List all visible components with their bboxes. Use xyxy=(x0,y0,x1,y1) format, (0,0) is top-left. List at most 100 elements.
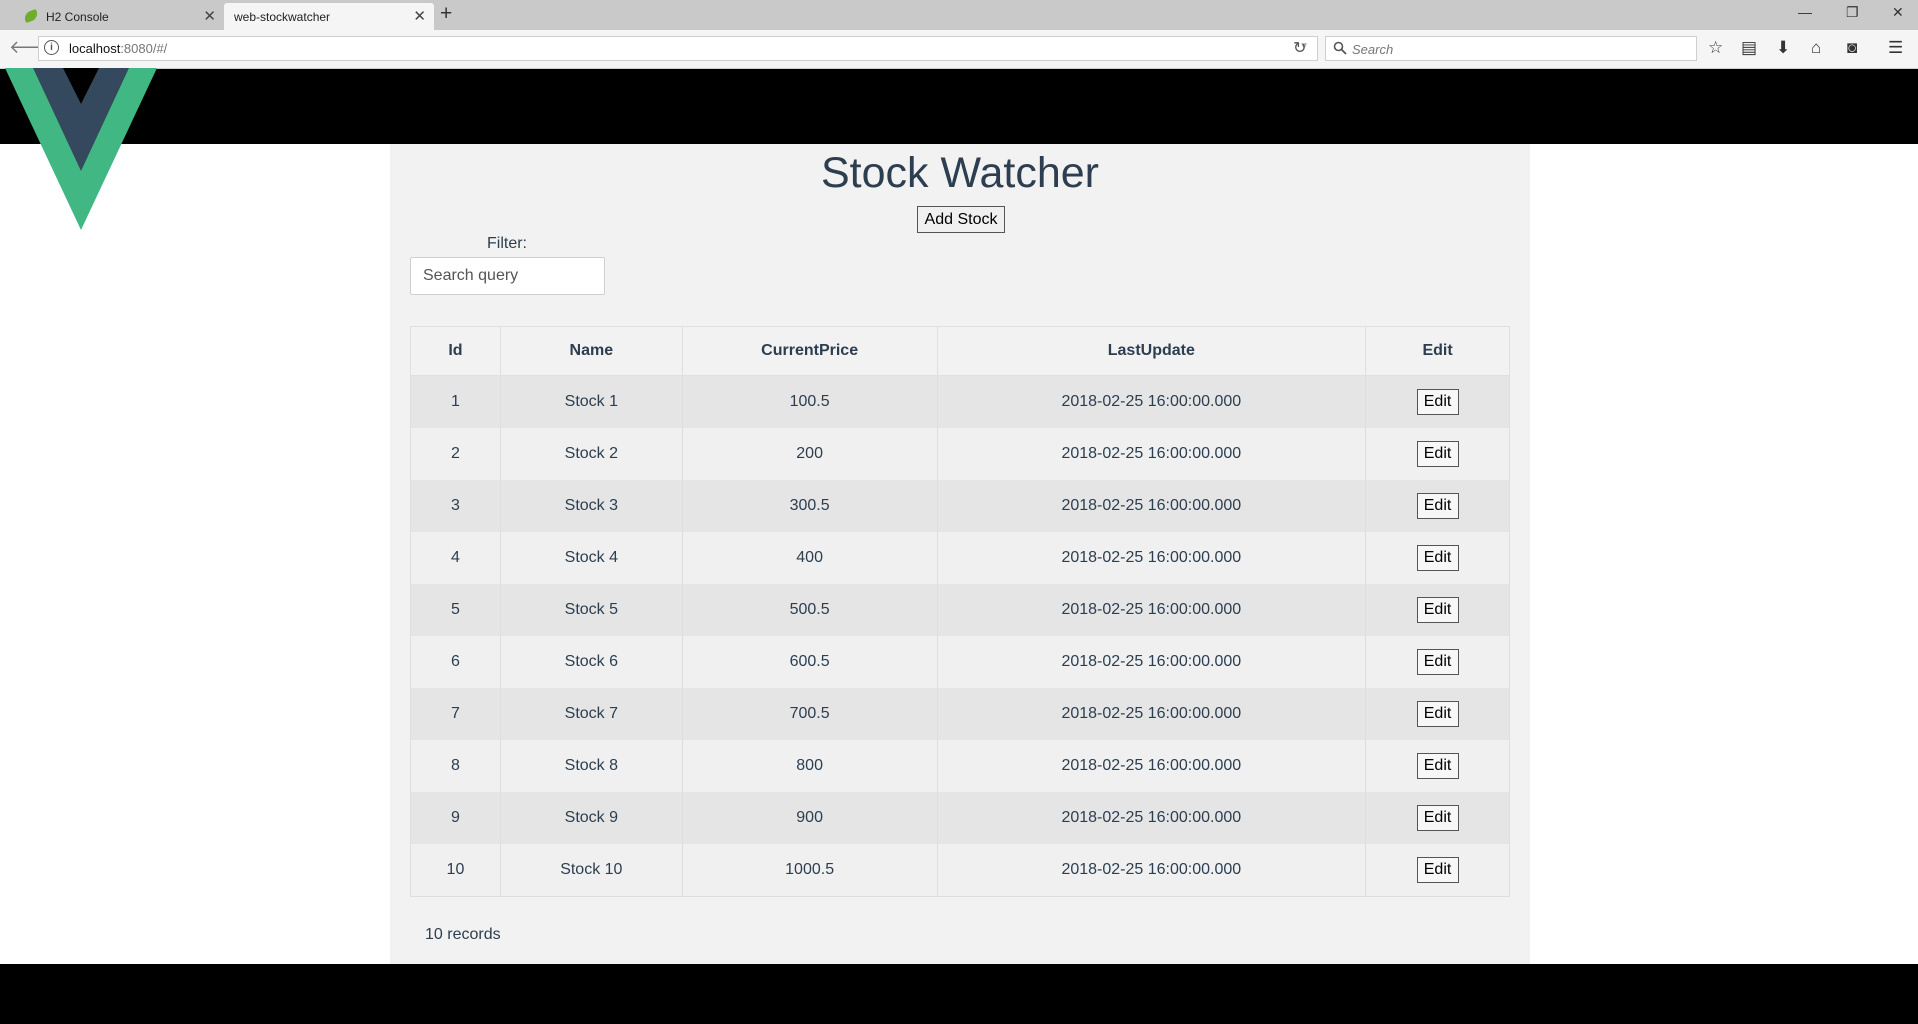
table-row: 3 Stock 3 300.5 2018-02-25 16:00:00.000 Edit xyxy=(410,480,1510,532)
cell-last-update: 2018-02-25 16:00:00.000 xyxy=(936,480,1367,532)
cell-id: 1 xyxy=(410,375,501,428)
cell-current-price: 300.5 xyxy=(681,480,938,532)
cell-id: 8 xyxy=(410,740,501,792)
cell-current-price: 900 xyxy=(681,792,938,844)
table-row: 8 Stock 8 800 2018-02-25 16:00:00.000 Edit xyxy=(410,740,1510,792)
reading-list-icon[interactable]: ▤ xyxy=(1741,38,1757,58)
stocks-table: Id Name CurrentPrice LastUpdate Edit 1 St… xyxy=(410,326,1510,897)
cell-current-price: 100.5 xyxy=(681,375,938,428)
cell-last-update: 2018-02-25 16:00:00.000 xyxy=(936,740,1367,792)
search-icon xyxy=(1333,41,1347,60)
cell-name: Stock 8 xyxy=(499,740,683,792)
column-header-name[interactable]: Name xyxy=(499,326,683,376)
cell-edit: Edit xyxy=(1365,844,1510,897)
table-row: 7 Stock 7 700.5 2018-02-25 16:00:00.000 Edit xyxy=(410,688,1510,740)
cell-last-update: 2018-02-25 16:00:00.000 xyxy=(936,636,1367,688)
url-path: :8080/#/ xyxy=(120,41,168,56)
cell-id: 7 xyxy=(410,688,501,740)
table-row: 2 Stock 2 200 2018-02-25 16:00:00.000 Edit xyxy=(410,428,1510,480)
edit-button[interactable]: Edit xyxy=(1416,857,1459,883)
close-icon[interactable]: ✕ xyxy=(203,7,216,25)
edit-button[interactable]: Edit xyxy=(1416,597,1459,623)
cell-current-price: 700.5 xyxy=(681,688,938,740)
pocket-icon[interactable]: ◙ xyxy=(1847,38,1857,58)
filter-label: Filter: xyxy=(487,235,527,252)
cell-name: Stock 1 xyxy=(499,375,683,428)
cell-name: Stock 9 xyxy=(499,792,683,844)
table-header-row: Id Name CurrentPrice LastUpdate Edit xyxy=(410,326,1510,376)
table-row: 6 Stock 6 600.5 2018-02-25 16:00:00.000 Edit xyxy=(410,636,1510,688)
cell-last-update: 2018-02-25 16:00:00.000 xyxy=(936,375,1367,428)
cell-current-price: 600.5 xyxy=(681,636,938,688)
vue-logo xyxy=(5,68,157,230)
table-row: 1 Stock 1 100.5 2018-02-25 16:00:00.000 Edit xyxy=(410,375,1510,428)
tab-h2-console[interactable]: H2 Console ✕ xyxy=(14,3,224,30)
cell-current-price: 1000.5 xyxy=(681,844,938,897)
cell-id: 3 xyxy=(410,480,501,532)
table-row: 10 Stock 10 1000.5 2018-02-25 16:00:00.000 E… xyxy=(410,844,1510,897)
cell-edit: Edit xyxy=(1365,688,1510,740)
edit-button[interactable]: Edit xyxy=(1416,545,1459,571)
search-placeholder: Search xyxy=(1352,42,1394,57)
cell-edit: Edit xyxy=(1365,740,1510,792)
home-icon[interactable]: ⌂ xyxy=(1811,38,1821,58)
tab-title: web-stockwatcher xyxy=(234,10,331,24)
cell-last-update: 2018-02-25 16:00:00.000 xyxy=(936,792,1367,844)
column-header-id[interactable]: Id xyxy=(410,326,501,376)
spring-leaf-icon xyxy=(22,8,40,24)
info-icon[interactable]: i xyxy=(44,40,59,55)
cell-name: Stock 2 xyxy=(499,428,683,480)
minimize-icon[interactable]: — xyxy=(1798,4,1812,20)
cell-last-update: 2018-02-25 16:00:00.000 xyxy=(936,584,1367,636)
main-content: Stock Watcher Add Stock Filter: Id Name … xyxy=(390,144,1530,964)
cell-last-update: 2018-02-25 16:00:00.000 xyxy=(936,428,1367,480)
cell-edit: Edit xyxy=(1365,532,1510,584)
cell-name: Stock 10 xyxy=(499,844,683,897)
page-header-bar xyxy=(0,69,1918,144)
restore-icon[interactable]: ❐ xyxy=(1846,4,1859,21)
edit-button[interactable]: Edit xyxy=(1416,701,1459,727)
cell-edit: Edit xyxy=(1365,375,1510,428)
browser-search-field[interactable]: Search xyxy=(1325,36,1697,61)
plus-icon[interactable]: + xyxy=(440,2,452,26)
cell-id: 5 xyxy=(410,584,501,636)
close-icon[interactable]: ✕ xyxy=(413,7,426,25)
edit-button[interactable]: Edit xyxy=(1416,389,1459,415)
cell-edit: Edit xyxy=(1365,792,1510,844)
cell-last-update: 2018-02-25 16:00:00.000 xyxy=(936,532,1367,584)
cell-current-price: 500.5 xyxy=(681,584,938,636)
menu-icon[interactable]: ☰ xyxy=(1888,38,1903,58)
column-header-last-update[interactable]: LastUpdate xyxy=(936,326,1367,376)
cell-current-price: 800 xyxy=(681,740,938,792)
add-stock-button[interactable]: Add Stock xyxy=(917,206,1005,233)
cell-current-price: 200 xyxy=(681,428,938,480)
edit-button[interactable]: Edit xyxy=(1416,493,1459,519)
cell-id: 10 xyxy=(410,844,501,897)
records-count: 10 records xyxy=(425,926,501,943)
tab-web-stockwatcher[interactable]: web-stockwatcher ✕ xyxy=(224,3,434,30)
cell-last-update: 2018-02-25 16:00:00.000 xyxy=(936,844,1367,897)
cell-name: Stock 7 xyxy=(499,688,683,740)
edit-button[interactable]: Edit xyxy=(1416,753,1459,779)
cell-name: Stock 3 xyxy=(499,480,683,532)
cell-name: Stock 6 xyxy=(499,636,683,688)
cell-edit: Edit xyxy=(1365,584,1510,636)
cell-edit: Edit xyxy=(1365,636,1510,688)
cell-id: 2 xyxy=(410,428,501,480)
cell-edit: Edit xyxy=(1365,428,1510,480)
cell-id: 9 xyxy=(410,792,501,844)
reload-icon[interactable]: ↻ xyxy=(1293,38,1306,58)
edit-button[interactable]: Edit xyxy=(1416,805,1459,831)
column-header-current-price[interactable]: CurrentPrice xyxy=(681,326,938,376)
close-icon[interactable]: ✕ xyxy=(1892,4,1904,21)
cell-id: 6 xyxy=(410,636,501,688)
edit-button[interactable]: Edit xyxy=(1416,441,1459,467)
cell-current-price: 400 xyxy=(681,532,938,584)
star-icon[interactable]: ☆ xyxy=(1708,38,1723,58)
edit-button[interactable]: Edit xyxy=(1416,649,1459,675)
filter-search-input[interactable] xyxy=(410,257,605,295)
column-header-edit: Edit xyxy=(1365,326,1510,376)
table-row: 9 Stock 9 900 2018-02-25 16:00:00.000 Edit xyxy=(410,792,1510,844)
url-bar[interactable]: i localhost:8080/#/ ▼ xyxy=(38,36,1318,61)
download-icon[interactable]: ⬇ xyxy=(1776,38,1790,58)
